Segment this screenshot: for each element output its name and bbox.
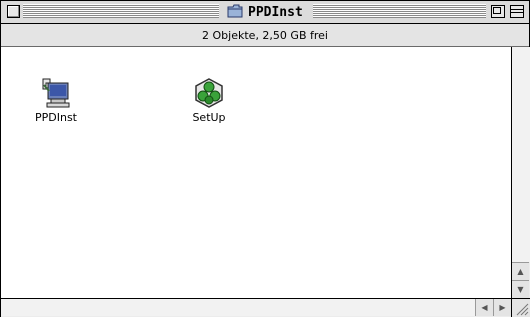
resize-grow-box[interactable] — [511, 298, 530, 317]
file-item-ppdinst[interactable]: PPDInst — [16, 77, 96, 124]
folder-icon — [227, 3, 243, 22]
down-arrow-icon: ▼ — [517, 285, 524, 294]
collapse-box[interactable] — [510, 5, 524, 18]
info-header: 2 Objekte, 2,50 GB frei — [1, 24, 529, 47]
title-bar[interactable]: PPDInst — [1, 1, 529, 24]
left-arrow-icon: ◀ — [481, 303, 488, 312]
file-label: SetUp — [192, 111, 226, 124]
file-item-setup[interactable]: SetUp — [169, 77, 249, 124]
scroll-right-arrow[interactable]: ▶ — [493, 299, 511, 316]
resize-grip-icon — [516, 303, 529, 316]
close-box[interactable] — [7, 5, 20, 18]
file-label: PPDInst — [35, 111, 77, 124]
zoom-box[interactable] — [491, 5, 505, 18]
vertical-scroll-track[interactable] — [512, 47, 530, 262]
installer-computer-icon — [40, 77, 72, 109]
right-arrow-icon: ▶ — [499, 303, 506, 312]
window-title: PPDInst — [223, 2, 307, 22]
title-bar-stripes-right — [313, 4, 486, 18]
scroll-up-arrow[interactable]: ▲ — [512, 262, 529, 280]
horizontal-scroll-track[interactable] — [1, 299, 475, 316]
up-arrow-icon: ▲ — [517, 267, 524, 276]
vertical-scrollbar[interactable]: ▲ ▼ — [511, 47, 530, 298]
title-bar-stripes-left — [23, 4, 219, 18]
info-text: 2 Objekte, 2,50 GB frei — [202, 28, 328, 42]
finder-window: PPDInst 2 Objekte, 2,50 GB frei PPDInst — [0, 0, 530, 317]
folder-content: PPDInst SetUp — [1, 47, 511, 298]
setup-hexagon-icon — [193, 77, 225, 109]
scroll-down-arrow[interactable]: ▼ — [512, 280, 529, 298]
scroll-left-arrow[interactable]: ◀ — [475, 299, 493, 316]
horizontal-scrollbar[interactable]: ◀ ▶ — [1, 298, 511, 317]
window-title-text: PPDInst — [248, 4, 303, 20]
